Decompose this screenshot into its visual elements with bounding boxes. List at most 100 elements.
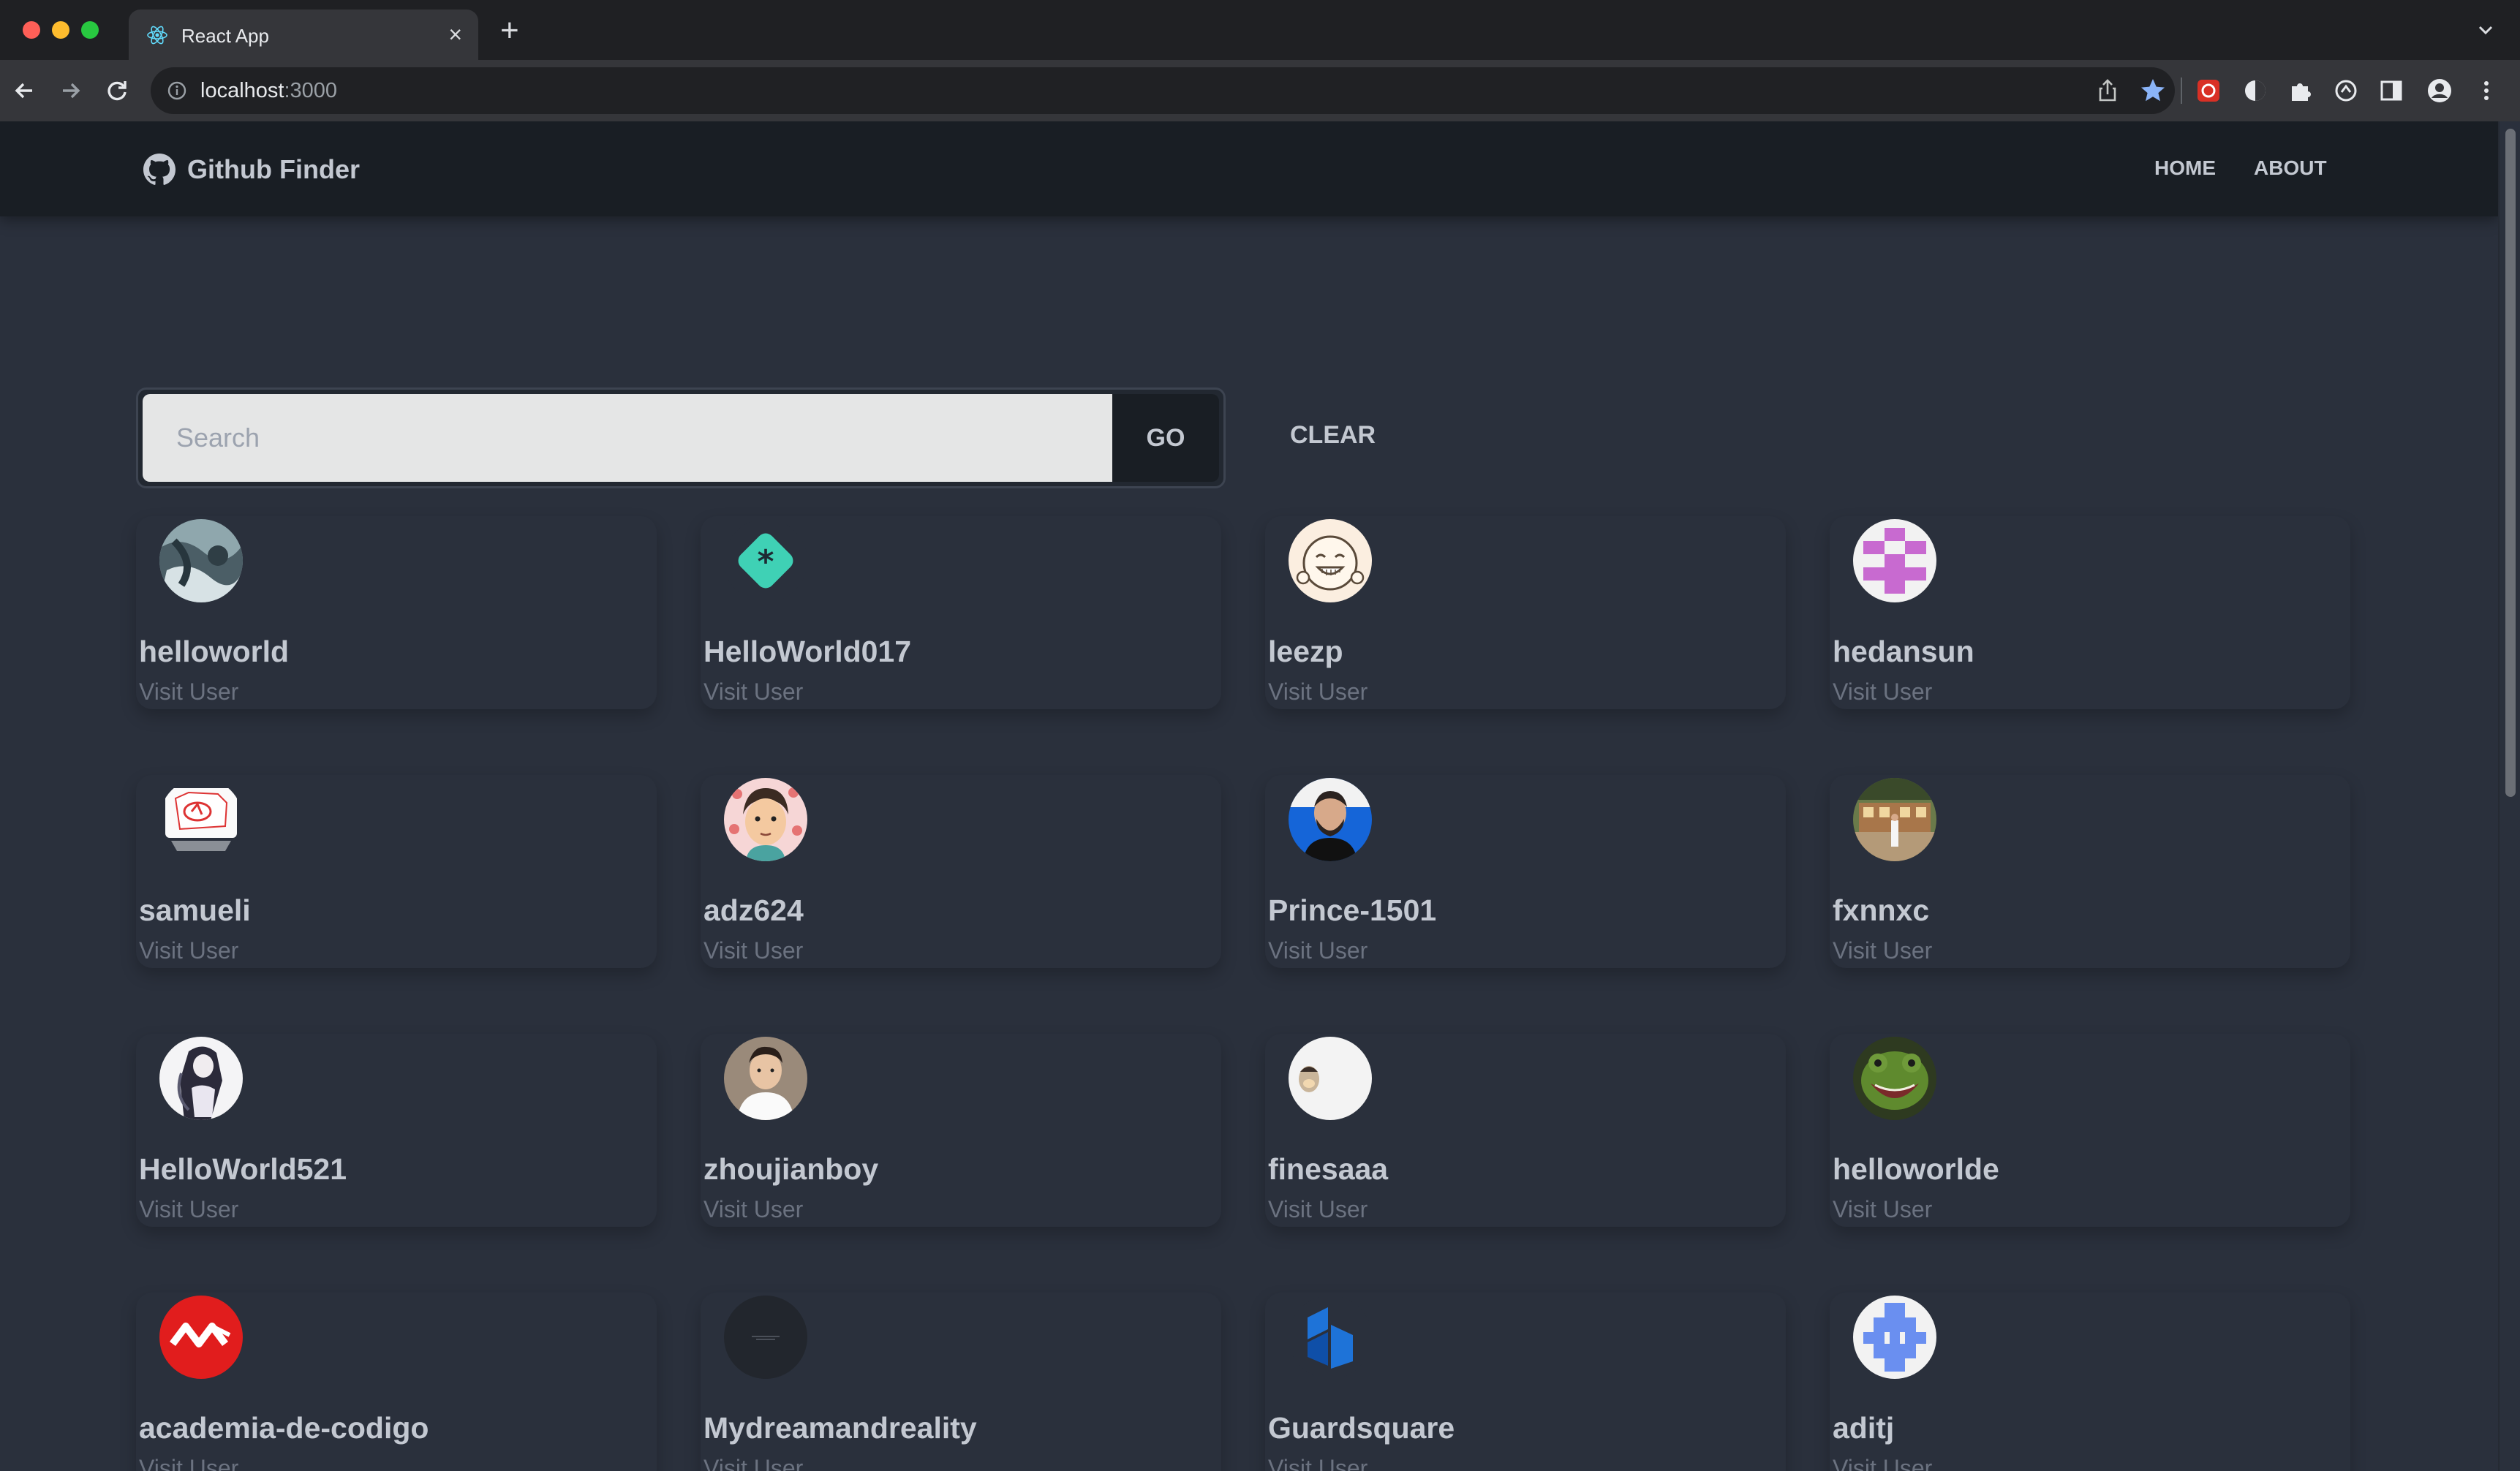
url-text: localhost:3000 [200,79,337,103]
user-avatar: * [724,519,807,602]
scrollbar-thumb[interactable] [2505,129,2516,797]
brand-title: Github Finder [187,154,360,184]
visit-user-link[interactable]: Visit User [139,1196,238,1223]
user-login: HelloWorld521 [139,1152,347,1186]
go-button[interactable]: GO [1112,394,1219,482]
user-avatar [1853,519,1936,602]
nav-about-link[interactable]: ABOUT [2254,156,2327,180]
new-tab-button[interactable]: + [500,15,519,47]
visit-user-link[interactable]: Visit User [139,937,238,964]
user-login: adz624 [703,893,804,927]
extension-circle-icon[interactable] [2241,76,2270,105]
search-form: GO [136,387,1226,488]
user-avatar [1853,1296,1936,1379]
clear-button[interactable]: CLEAR [1290,421,1376,450]
visit-user-link[interactable]: Visit User [1833,937,1932,964]
page-scrollbar[interactable] [2498,121,2520,1471]
bookmark-star-icon[interactable] [2138,76,2168,105]
user-card: fxnnxc Visit User [1830,775,2350,968]
address-bar[interactable]: localhost:3000 [151,67,2175,114]
user-card: * HelloWorld017 Visit User [701,516,1221,709]
user-card: leezp Visit User [1265,516,1786,709]
url-port: :3000 [284,79,338,102]
extensions-puzzle-icon[interactable] [2286,76,2315,105]
user-avatar [1289,1296,1372,1379]
github-icon [143,154,176,185]
user-avatar [159,1037,243,1120]
user-card: HelloWorld521 Visit User [136,1034,657,1227]
user-card: finesaaa Visit User [1265,1034,1786,1227]
back-arrow-icon[interactable] [9,75,41,107]
brand[interactable]: Github Finder [143,154,360,186]
visit-user-link[interactable]: Visit User [1268,1196,1367,1223]
visit-user-link[interactable]: Visit User [1833,1455,1932,1471]
user-card: academia-de-codigo Visit User [136,1293,657,1471]
user-card: helloworlde Visit User [1830,1034,2350,1227]
visit-user-link[interactable]: Visit User [1268,1455,1367,1471]
profile-avatar-icon[interactable] [2425,76,2454,105]
url-host: localhost [200,79,284,102]
visit-user-link[interactable]: Visit User [139,678,238,706]
minimize-window-button[interactable] [52,21,69,39]
user-avatar [724,1037,807,1120]
side-panel-icon[interactable] [2377,76,2406,105]
user-avatar [1853,778,1936,861]
app-navbar: Github Finder HOME ABOUT [0,121,2498,216]
user-login: fxnnxc [1833,893,1930,927]
visit-user-link[interactable]: Visit User [703,678,803,706]
page-viewport: Github Finder HOME ABOUT GO CLEAR hellow… [0,121,2520,1471]
user-card: Mydreamandreality Visit User [701,1293,1221,1471]
maximize-window-button[interactable] [81,21,99,39]
user-login: Mydreamandreality [703,1411,977,1445]
close-window-button[interactable] [23,21,40,39]
share-icon[interactable] [2093,76,2122,105]
reload-icon[interactable] [101,75,133,107]
user-avatar [1289,1037,1372,1120]
user-avatar [159,778,243,861]
toolbar-separator [2181,77,2182,104]
user-card: samueli Visit User [136,775,657,968]
visit-user-link[interactable]: Visit User [139,1455,238,1471]
tab-title: React App [181,25,269,47]
svg-text:*: * [757,543,774,581]
user-avatar [159,519,243,602]
search-input[interactable] [143,394,1112,482]
info-icon[interactable] [167,80,187,101]
user-login: Prince-1501 [1268,893,1437,927]
extension-refresh-icon[interactable] [2331,76,2361,105]
user-login: helloworlde [1833,1152,1999,1186]
visit-user-link[interactable]: Visit User [703,1196,803,1223]
browser-toolbar: localhost:3000 [0,60,2520,121]
user-card: Prince-1501 Visit User [1265,775,1786,968]
user-card: helloworld Visit User [136,516,657,709]
user-card: adz624 Visit User [701,775,1221,968]
more-menu-icon[interactable] [2472,76,2501,105]
chevron-down-icon[interactable] [2475,19,2497,41]
visit-user-link[interactable]: Visit User [703,1455,803,1471]
visit-user-link[interactable]: Visit User [703,937,803,964]
user-login: Guardsquare [1268,1411,1455,1445]
visit-user-link[interactable]: Visit User [1833,678,1932,706]
forward-arrow-icon[interactable] [54,75,86,107]
extension-red-icon[interactable] [2194,76,2223,105]
user-avatar [159,1296,243,1379]
visit-user-link[interactable]: Visit User [1268,678,1367,706]
browser-tab[interactable]: React App × [129,10,478,60]
user-avatar [1289,519,1372,602]
react-icon [147,26,167,45]
user-card: zhoujianboy Visit User [701,1034,1221,1227]
user-login: HelloWorld017 [703,635,912,668]
visit-user-link[interactable]: Visit User [1268,937,1367,964]
nav-home-link[interactable]: HOME [2154,156,2216,180]
user-card: hedansun Visit User [1830,516,2350,709]
user-card: aditj Visit User [1830,1293,2350,1471]
user-avatar [724,1296,807,1379]
user-login: leezp [1268,635,1343,668]
tab-close-icon[interactable]: × [448,21,462,48]
user-login: aditj [1833,1411,1895,1445]
visit-user-link[interactable]: Visit User [1833,1196,1932,1223]
browser-titlebar: React App × + [0,0,2520,60]
user-login: helloworld [139,635,289,668]
user-login: zhoujianboy [703,1152,879,1186]
user-avatar [1289,778,1372,861]
